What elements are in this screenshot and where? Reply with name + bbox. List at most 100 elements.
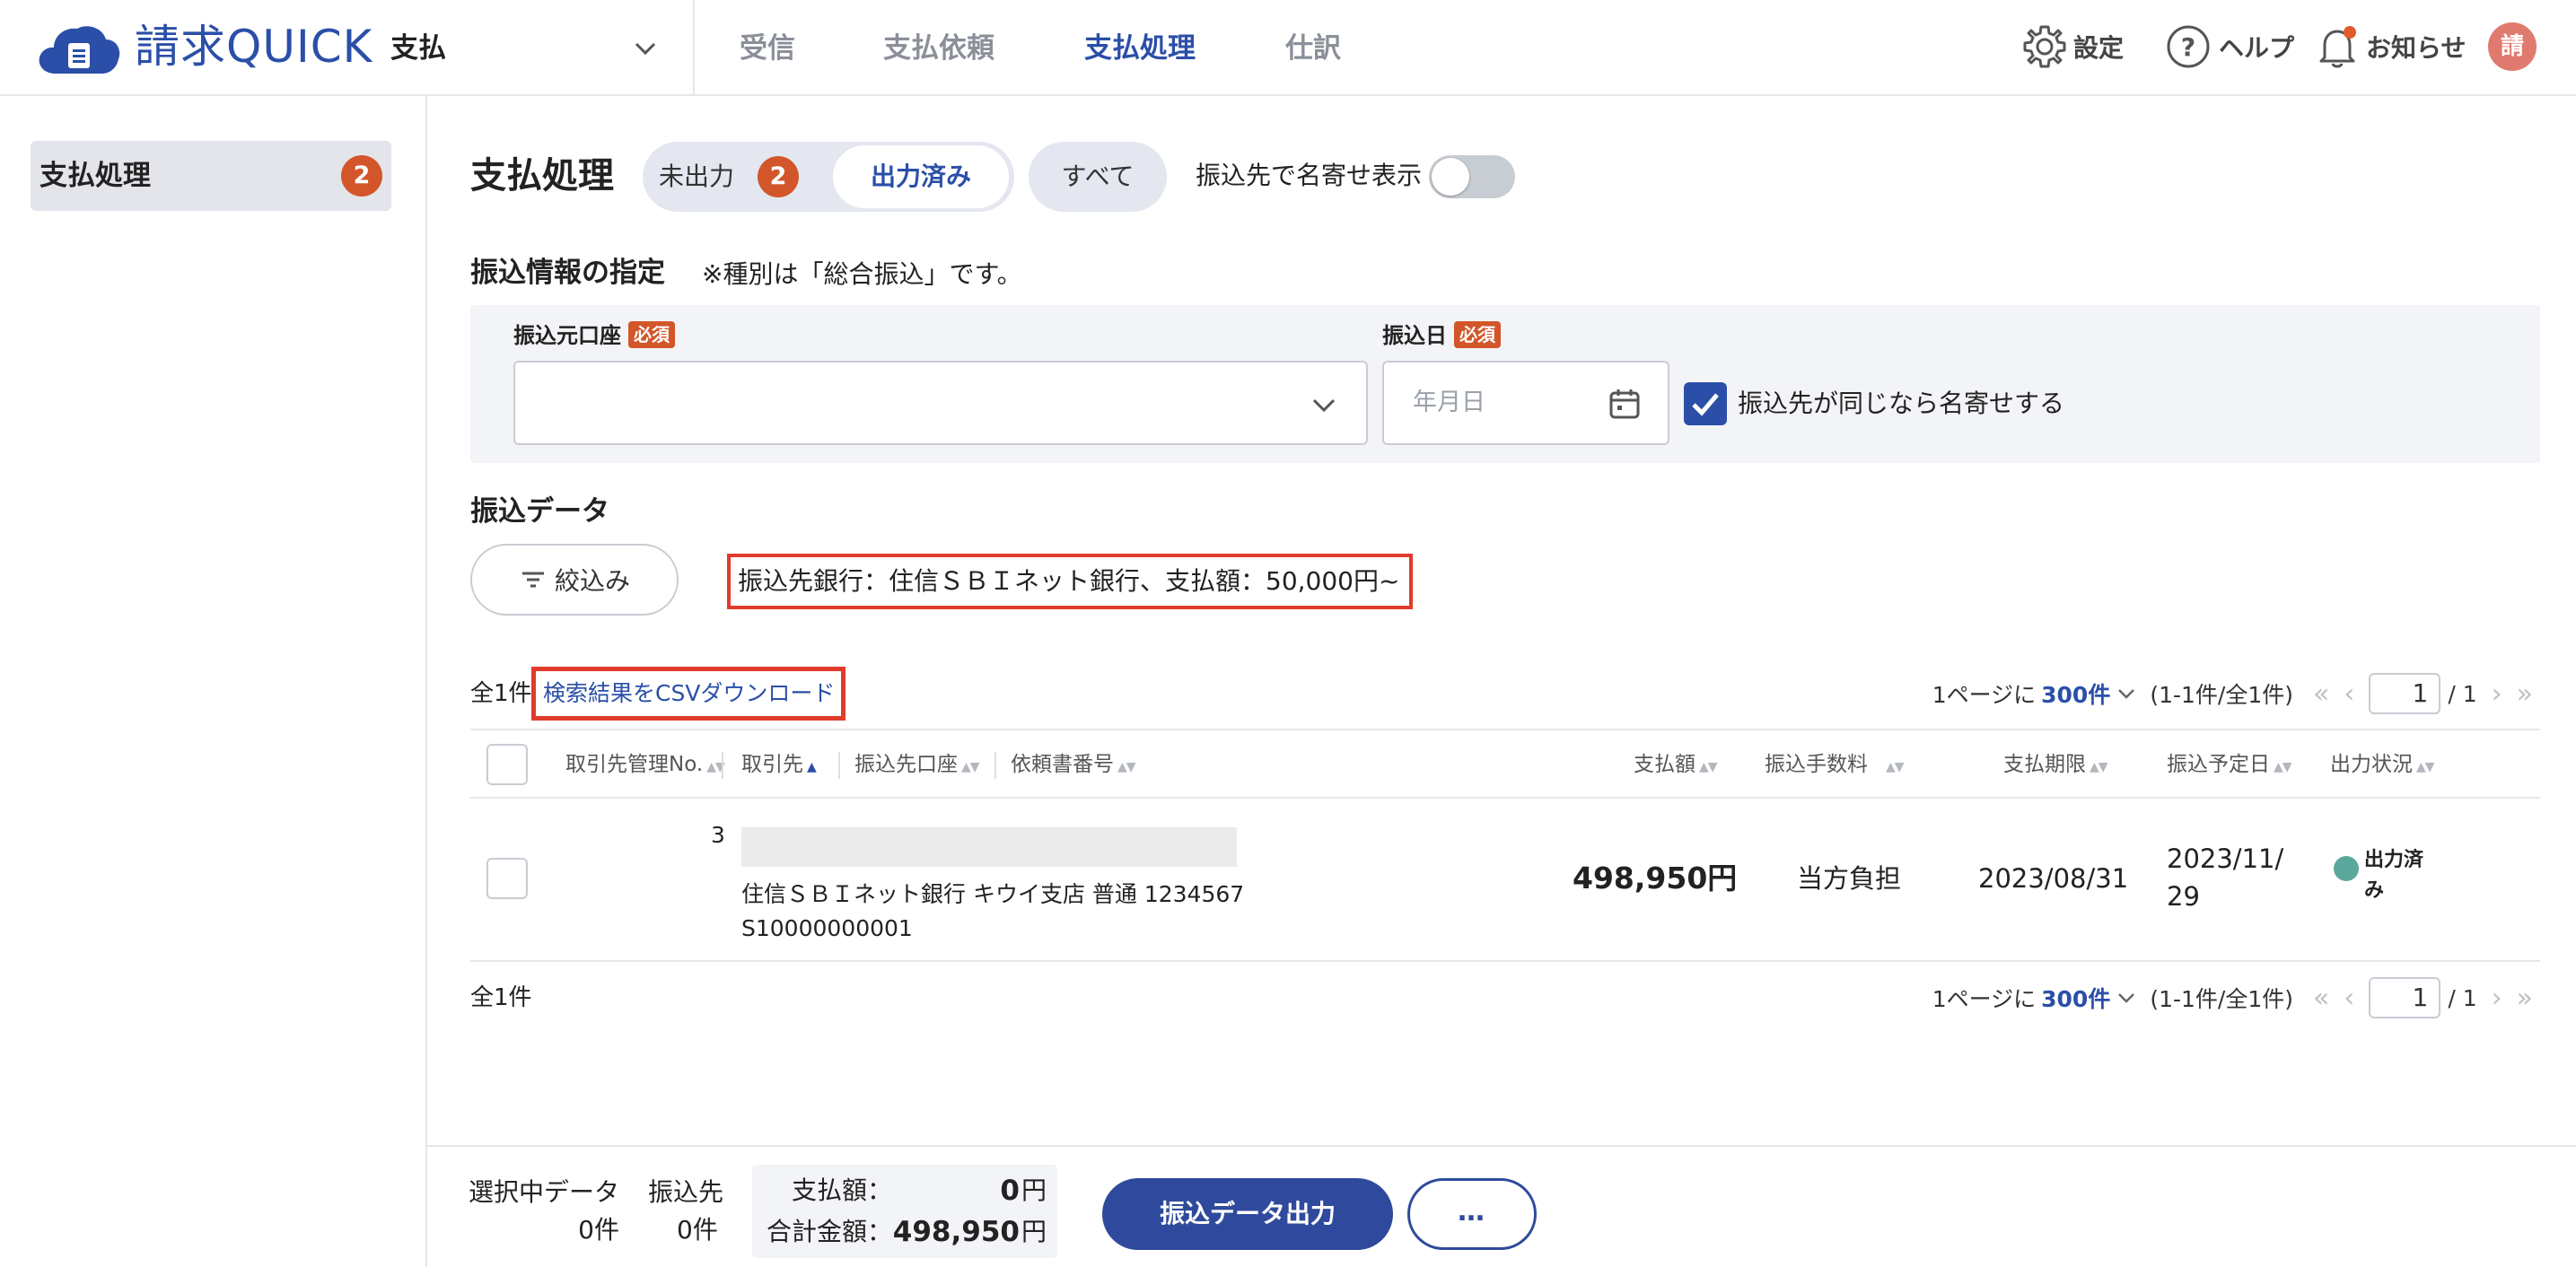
status-cell: 出力済 み [2364,845,2423,906]
chevron-down-icon [635,42,656,56]
page-title: 支払処理 [470,155,614,197]
select-all-checkbox[interactable] [486,744,528,785]
per-page-select[interactable]: 300件 [2041,982,2110,1014]
segment-all[interactable]: すべて [1029,142,1167,212]
more-actions-button[interactable]: … [1407,1178,1537,1250]
first-page-icon[interactable]: « [2313,678,2329,710]
app-switch-label: 支払 [390,32,446,65]
transfer-data-table: 取引先管理No. ▲▼ 取引先 ▲ 振込先口座 ▲▼ 依頼書番号 ▲▼ 支払額 ▲▼ 振込… [470,729,2540,962]
payment-amount-label: 支払額： [792,1175,893,1205]
sidebar-item-payment-processing[interactable]: 支払処理 2 [31,141,391,211]
next-page-icon[interactable]: › [2492,983,2502,1014]
page-range: (1-1件/全1件) [2150,986,2293,1012]
scheduled-date-line: 29 [2167,881,2200,912]
settings-label: 設定 [2073,33,2125,63]
sort-icon: ▲▼ [961,760,980,774]
column-label: 振込予定日 [2167,753,2270,776]
bell-icon [2319,26,2356,68]
page-number-input[interactable]: 1 [2369,673,2441,714]
column-header-partner[interactable]: 取引先 ▲ [741,730,817,799]
next-page-icon[interactable]: › [2492,678,2502,710]
cloud-logo-icon [39,26,120,74]
first-page-icon[interactable]: « [2313,983,2329,1014]
tab-receive[interactable]: 受信 [740,27,795,70]
transfer-data-output-button[interactable]: 振込データ出力 [1102,1178,1393,1250]
column-divider [722,752,723,779]
avatar[interactable]: 請 [2488,22,2537,71]
last-page-icon[interactable]: » [2517,678,2533,710]
transfer-date-input[interactable]: 年月日 [1382,361,1669,445]
table-header: 取引先管理No. ▲▼ 取引先 ▲ 振込先口座 ▲▼ 依頼書番号 ▲▼ 支払額 ▲▼ 振込… [470,729,2540,799]
page-range: (1-1件/全1件) [2150,682,2293,708]
group-display-toggle[interactable] [1429,155,1515,198]
partner-no-cell: 3 [711,822,725,848]
scheduled-date-line: 2023/11/ [2167,843,2284,874]
payee-count: 0件 [677,1215,718,1245]
column-header-due-date[interactable]: 支払期限 ▲▼ [2003,730,2108,799]
column-header-scheduled-date[interactable]: 振込予定日 ▲▼ [2167,730,2292,799]
per-page-select[interactable]: 300件 [2041,677,2110,710]
help-icon: ? [2167,25,2210,68]
help-button[interactable]: ? ヘルプ [2165,20,2294,74]
action-footer: 選択中データ 0件 振込先 0件 支払額： 0 円 合計金額： 498,950 … [427,1145,2576,1267]
column-label: 出力状況 [2330,753,2413,776]
gear-icon [2023,25,2066,68]
status-line: み [2364,879,2385,902]
status-dot [2334,856,2359,881]
column-header-request-no[interactable]: 依頼書番号 ▲▼ [1011,730,1136,799]
segment-unoutput[interactable]: 未出力 [659,142,734,212]
svg-text:?: ? [2181,32,2195,62]
column-label: 支払期限 [2003,753,2086,776]
pager-bottom: 1ページに 300件 (1-1件/全1件) « ‹ 1 / 1 › » [1932,976,2540,1019]
toggle-knob [1432,158,1469,196]
last-page-icon[interactable]: » [2517,983,2533,1014]
settings-button[interactable]: 設定 [2020,20,2124,74]
sort-icon: ▲▼ [1117,760,1136,774]
status-line: 出力済 [2364,849,2424,871]
calendar-icon[interactable] [1607,386,1643,422]
total-amount-label: 合計金額： [767,1217,893,1246]
total-count: 全1件 [470,680,532,707]
total-pages: / 1 [2448,680,2477,707]
row-checkbox[interactable] [486,858,528,899]
transfer-date-label: 振込日 必須 [1382,319,1501,352]
filter-summary: 振込先銀行：住信ＳＢＩネット銀行、支払額：50,000円~ [727,554,1413,609]
column-header-partner-no[interactable]: 取引先管理No. ▲▼ [565,730,725,799]
fee-cell: 当方負担 [1797,863,1902,894]
group-same-payee-checkbox[interactable] [1684,382,1727,425]
chevron-down-icon[interactable] [2116,987,2137,1009]
app-switch-dropdown[interactable]: 支払 [390,25,660,72]
sidebar: 支払処理 2 [0,96,427,1267]
sort-icon: ▲▼ [1699,760,1718,774]
table-row[interactable]: 3 住信ＳＢＩネット銀行 キウイ支店 普通 1234567 S100000000… [470,799,2540,962]
filter-button[interactable]: 絞込み [470,544,679,616]
page-number-input[interactable]: 1 [2369,977,2441,1018]
segment-output-done[interactable]: 出力済み [833,145,1009,208]
filter-icon [521,572,544,588]
column-header-status[interactable]: 出力状況 ▲▼ [2330,730,2435,799]
tab-journal[interactable]: 仕訳 [1285,27,1341,70]
column-header-amount[interactable]: 支払額 ▲▼ [1634,730,1718,799]
tab-payment-processing[interactable]: 支払処理 [1084,27,1196,70]
chevron-down-icon[interactable] [2116,683,2137,704]
due-date-cell: 2023/08/31 [1978,863,2129,894]
column-header-account[interactable]: 振込先口座 ▲▼ [854,730,980,799]
column-header-fee[interactable]: 振込手数料 ▲▼ [1765,730,1905,799]
column-divider [994,752,996,779]
group-same-payee-label: 振込先が同じなら名寄せする [1738,389,2065,418]
column-label: 取引先 [741,753,803,776]
notifications-button[interactable]: お知らせ [2312,20,2466,74]
header-divider [693,0,695,96]
csv-download-link[interactable]: 検索結果をCSVダウンロード [531,667,846,721]
amount-cell: 498,950円 [1573,861,1738,896]
payment-amount-value: 0 [1000,1175,1020,1207]
sort-icon: ▲▼ [2090,760,2108,774]
pager-top: 1ページに 300件 (1-1件/全1件) « ‹ 1 / 1 › » [1932,672,2540,715]
check-icon [1692,393,1719,416]
prev-page-icon[interactable]: ‹ [2344,983,2354,1014]
source-account-select[interactable] [513,361,1368,445]
partner-name-redacted [741,827,1237,867]
prev-page-icon[interactable]: ‹ [2344,678,2354,710]
tab-payment-request[interactable]: 支払依頼 [883,27,994,70]
account-cell: 住信ＳＢＩネット銀行 キウイ支店 普通 1234567 [741,881,1245,907]
